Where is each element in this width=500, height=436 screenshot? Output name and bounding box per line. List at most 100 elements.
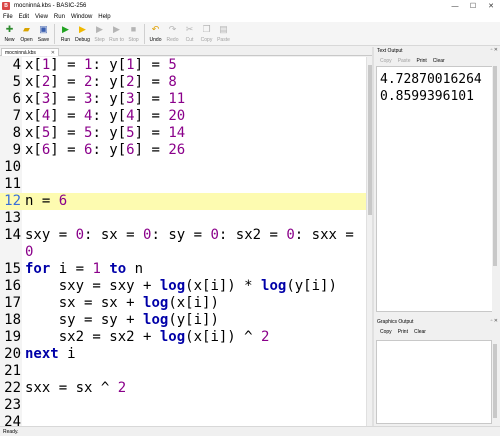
graphics-output-clear-button[interactable]: Clear (414, 329, 426, 335)
redo-button-label: Redo (166, 37, 179, 43)
code-keyword: for (25, 261, 51, 277)
code-text: sxx = sx ^ 2 (25, 380, 126, 397)
code-token: sxy = (25, 227, 76, 243)
code-text: sy = sy + log(y[i]) (25, 312, 219, 329)
code-line[interactable]: 9 x[6] = 6: y[6] = 26 (0, 142, 366, 159)
save-button-label: Save (37, 37, 50, 43)
menu-edit[interactable]: Edit (19, 14, 29, 20)
step-icon: ▶ (96, 24, 103, 34)
close-tab-icon[interactable]: ✕ (51, 50, 55, 56)
editor-tab[interactable]: mocninná.kbs ✕ (1, 48, 59, 56)
run-to-button[interactable]: ▶ Run to (108, 22, 125, 45)
code-line[interactable]: 19 sx2 = sx2 + log(x[i]) ^ 2 (0, 329, 366, 346)
graphics-output-scrollbar-thumb[interactable] (493, 344, 497, 418)
code-token: : sx2 = (218, 227, 287, 243)
code-number: 5 (126, 125, 135, 141)
text-output-panel-buttons[interactable]: ▫ ✕ (491, 47, 498, 53)
code-token: ] = (50, 91, 85, 107)
code-line[interactable]: 0 (0, 244, 366, 261)
code-line[interactable]: 5 x[2] = 2: y[2] = 8 (0, 74, 366, 91)
open-button[interactable]: ▰ Open (18, 22, 35, 45)
code-line[interactable]: 17 sx = sx + log(x[i]) (0, 295, 366, 312)
run-button[interactable]: ▶ Run (57, 22, 74, 45)
line-number: 6 (12, 91, 21, 107)
code-line[interactable]: 6 x[3] = 3: y[3] = 11 (0, 91, 366, 108)
code-line[interactable]: 4 x[1] = 1: y[1] = 5 (0, 57, 366, 74)
code-line[interactable]: 10 (0, 159, 366, 176)
code-text: sxy = 0: sx = 0: sy = 0: sx2 = 0: sxx = (25, 227, 354, 244)
code-line[interactable]: 16 sxy = sxy + log(x[i]) * log(y[i]) (0, 278, 366, 295)
status-bar: Ready. (0, 426, 500, 436)
debug-icon: ▶ (79, 24, 86, 34)
text-output-clear-button[interactable]: Clear (433, 58, 445, 64)
code-text: x[5] = 5: y[5] = 14 (25, 125, 185, 142)
code-line[interactable]: 22 sxx = sx ^ 2 (0, 380, 366, 397)
text-output-scrollbar[interactable] (492, 66, 498, 312)
code-token: (y[i]) (168, 312, 219, 328)
step-button[interactable]: ▶ Step (91, 22, 108, 45)
graphics-output-copy-button[interactable]: Copy (380, 329, 392, 335)
run-to-icon: ▶ (113, 24, 120, 34)
line-number: 17 (4, 295, 21, 311)
code-token: (x[i]) (168, 295, 219, 311)
save-button[interactable]: ▣ Save (35, 22, 52, 45)
text-output-area[interactable]: 4.72870016264 0.8599396101 (376, 66, 494, 312)
code-line[interactable]: 23 (0, 397, 366, 414)
redo-button[interactable]: ↷ Redo (164, 22, 181, 45)
code-line[interactable]: 15 for i = 1 to n (0, 261, 366, 278)
menu-view[interactable]: View (35, 14, 48, 20)
code-token: (y[i]) (286, 278, 337, 294)
text-output-copy-button[interactable]: Copy (380, 58, 392, 64)
code-editor[interactable]: 4 x[1] = 1: y[1] = 5 5 x[2] = 2: y[2] = 86x… (0, 57, 366, 426)
menu-help[interactable]: Help (98, 14, 110, 20)
debug-button[interactable]: ▶ Debug (74, 22, 91, 45)
app-icon: B (2, 2, 10, 10)
new-button[interactable]: ✚ New (1, 22, 18, 45)
undo-button[interactable]: ↶ Undo (147, 22, 164, 45)
code-line[interactable]: 14 sxy = 0: sx = 0: sy = 0: sx2 = 0: sxx … (0, 227, 366, 244)
menu-file[interactable]: File (3, 14, 13, 20)
undo-button-label: Undo (149, 37, 162, 43)
code-line[interactable]: 18 sy = sy + log(y[i]) (0, 312, 366, 329)
line-number: 13 (4, 210, 21, 226)
text-output-scrollbar-thumb[interactable] (493, 66, 497, 266)
cut-button[interactable]: ✂ Cut (181, 22, 198, 45)
menu-window[interactable]: Window (71, 14, 92, 20)
code-line[interactable]: 12 n = 6 (0, 193, 366, 210)
maximize-button[interactable]: ☐ (464, 0, 482, 12)
graphics-output-panel-buttons[interactable]: ▫ ✕ (491, 318, 498, 324)
line-number: 20 (4, 346, 21, 362)
code-line[interactable]: 11 (0, 176, 366, 193)
code-line[interactable]: 7 x[4] = 4: y[4] = 20 (0, 108, 366, 125)
paste-button[interactable]: ▤ Paste (215, 22, 232, 45)
code-number: 2 (117, 380, 127, 396)
code-line[interactable]: 8 x[5] = 5: y[5] = 14 (0, 125, 366, 142)
panel-splitter[interactable] (372, 47, 374, 426)
paste-button-label: Paste (217, 37, 230, 43)
code-text: sxy = sxy + log(x[i]) * log(y[i]) (25, 278, 337, 295)
copy-button[interactable]: ❐ Copy (198, 22, 215, 45)
status-text: Ready. (3, 428, 19, 435)
code-line[interactable]: 20 next i (0, 346, 366, 363)
code-line[interactable]: 24 (0, 414, 366, 426)
editor-tab-bar: mocninná.kbs ✕ (0, 47, 372, 56)
line-number: 15 (4, 261, 21, 277)
close-button[interactable]: ✕ (482, 0, 500, 12)
code-text: sx2 = sx2 + log(x[i]) ^ 2 (25, 329, 270, 346)
code-token: : y[ (92, 91, 127, 107)
line-number: 22 (4, 380, 21, 396)
code-token: (x[i]) ^ (185, 329, 262, 345)
minimize-button[interactable]: — (446, 0, 464, 12)
menu-run[interactable]: Run (54, 14, 65, 20)
text-output-paste-button[interactable]: Paste (398, 58, 411, 64)
code-line[interactable]: 21 (0, 363, 366, 380)
code-token: : y[ (92, 125, 127, 141)
code-token: x[ (25, 108, 42, 124)
code-line[interactable]: 13 (0, 210, 366, 227)
graphics-output-canvas[interactable] (376, 340, 492, 424)
stop-button[interactable]: ■ Stop (125, 22, 142, 45)
toolbar: ✚ New ▰ Open ▣ Save ▶ Run ▶ Debug ▶ Step ▶ Run to ■ Sto… (0, 22, 500, 46)
graphics-output-print-button[interactable]: Print (398, 329, 408, 335)
graphics-output-scrollbar[interactable] (492, 340, 498, 424)
text-output-print-button[interactable]: Print (416, 58, 426, 64)
